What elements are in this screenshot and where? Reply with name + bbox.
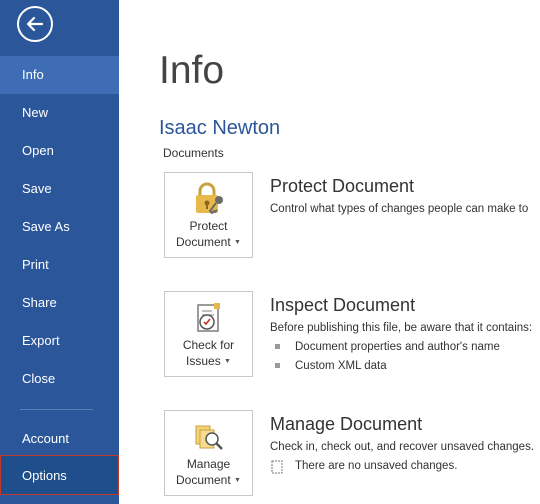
document-name: Isaac Newton [159, 117, 281, 139]
sidebar-item-share[interactable]: Share [0, 284, 119, 322]
protect-button-label-2: Document [176, 235, 231, 249]
unsaved-document-icon [271, 460, 283, 474]
manage-document-description: Check in, check out, and recover unsaved… [270, 441, 535, 453]
no-unsaved-changes-text: There are no unsaved changes. [295, 460, 458, 472]
inspect-document-description: Before publishing this file, be aware th… [270, 322, 533, 334]
inspect-document-title: Inspect Document [270, 295, 416, 315]
manage-button-label-1: Manage [186, 457, 231, 471]
check-for-issues-button[interactable]: Check for Issues ▼ [164, 291, 253, 377]
bullet-icon [275, 344, 280, 349]
sidebar-item-options[interactable]: Options [0, 455, 119, 495]
inspect-document-icon [197, 303, 220, 332]
sidebar-item-account[interactable]: Account [0, 420, 119, 458]
back-arrow-icon [26, 16, 44, 32]
sidebar-item-export[interactable]: Export [0, 322, 119, 360]
sidebar-item-close[interactable]: Close [0, 360, 119, 398]
inspect-bullet-1: Document properties and author's name [295, 341, 500, 353]
sidebar-item-save-as[interactable]: Save As [0, 208, 119, 246]
protect-document-title: Protect Document [270, 176, 415, 196]
document-location[interactable]: Documents [163, 146, 224, 160]
protect-document-description: Control what types of changes people can… [270, 203, 529, 215]
dropdown-caret-icon: ▼ [224, 357, 231, 365]
info-pane: Info Isaac Newton Documents Protect Docu… [119, 0, 540, 504]
dropdown-caret-icon: ▼ [234, 238, 241, 246]
sidebar-item-save[interactable]: Save [0, 170, 119, 208]
sidebar-item-new[interactable]: New [0, 94, 119, 132]
backstage-sidebar: Info New Open Save Save As Print Share E… [0, 0, 119, 504]
manage-document-button[interactable]: Manage Document ▼ [164, 410, 253, 496]
check-issues-label-1: Check for [182, 338, 235, 352]
sidebar-item-info[interactable]: Info [0, 56, 119, 94]
protect-button-label-1: Protect [189, 219, 228, 233]
protect-document-button[interactable]: Protect Document ▼ [164, 172, 253, 258]
manage-button-label-2: Document [176, 473, 231, 487]
check-issues-label-2: Issues [186, 354, 221, 368]
sidebar-item-print[interactable]: Print [0, 246, 119, 284]
sidebar-divider [20, 409, 93, 410]
manage-document-icon [195, 425, 223, 450]
dropdown-caret-icon: ▼ [234, 476, 241, 484]
inspect-bullet-2: Custom XML data [295, 360, 387, 372]
bullet-icon [275, 363, 280, 368]
page-title: Info [159, 49, 225, 92]
back-button[interactable] [17, 6, 53, 42]
sidebar-item-open[interactable]: Open [0, 132, 119, 170]
manage-document-title: Manage Document [270, 414, 423, 434]
lock-key-icon [196, 182, 223, 215]
